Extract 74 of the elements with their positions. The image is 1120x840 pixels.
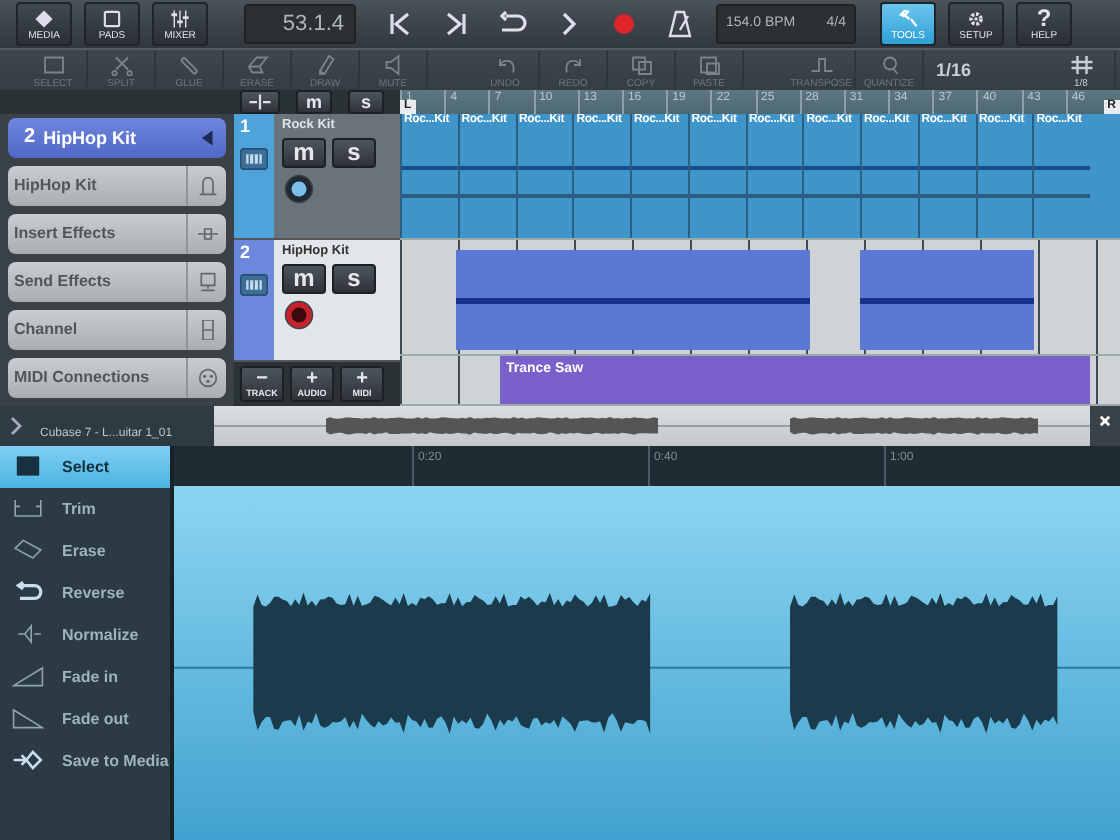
drum-icon <box>240 147 268 169</box>
quantize-value[interactable]: 1/16 <box>936 59 1016 79</box>
diamond-icon <box>34 9 54 28</box>
inspector-item[interactable]: Channel <box>8 309 226 349</box>
tube-icon <box>177 53 201 75</box>
scissors-icon <box>109 53 133 75</box>
track-number: 1 <box>238 115 251 135</box>
settings-icon <box>966 9 986 28</box>
menu-item[interactable]: Save to Media <box>0 739 170 781</box>
fade-out-icon <box>12 706 44 730</box>
item-label: Channel <box>12 320 80 338</box>
loop-icon <box>496 9 528 38</box>
trim-icon <box>12 496 44 520</box>
fade-in-icon <box>12 664 44 688</box>
speaker-icon <box>381 53 405 75</box>
eraser-icon <box>12 538 44 562</box>
magnifier-icon <box>877 53 901 75</box>
copy-icon <box>629 53 653 75</box>
fader-icon <box>197 319 217 339</box>
track-mute-toggle[interactable]: m <box>282 137 326 167</box>
eraser-icon <box>245 53 269 75</box>
normalize-icon <box>12 622 44 646</box>
item-label: MIDI Connections <box>12 368 152 386</box>
monitor-icon <box>197 271 217 291</box>
mute-all-button[interactable]: m <box>296 89 332 113</box>
caret-icon <box>202 129 214 145</box>
save-icon <box>12 748 44 772</box>
menu-item[interactable]: Erase <box>0 529 170 571</box>
menu-item[interactable]: Reverse <box>0 571 170 613</box>
track-mute-toggle[interactable]: m <box>282 263 326 293</box>
selection-icon <box>12 454 44 478</box>
paste-icon <box>697 53 721 75</box>
item-label: HipHop Kit <box>12 176 99 194</box>
metronome-icon <box>664 9 696 38</box>
drum-icon <box>240 273 268 295</box>
menu-item[interactable]: Select <box>0 445 170 487</box>
inspector-item[interactable]: HipHop Kit <box>8 165 226 205</box>
menu-item[interactable]: Normalize <box>0 613 170 655</box>
pencil-icon <box>313 53 337 75</box>
plug-icon <box>197 223 217 243</box>
solo-all-button[interactable]: s <box>348 89 384 113</box>
selection-icon <box>41 53 65 75</box>
split-icon <box>248 93 272 109</box>
position-display: 53.1.4 <box>244 3 356 44</box>
redo-icon <box>561 53 585 75</box>
track-solo-toggle[interactable]: s <box>332 263 376 293</box>
menu-item[interactable]: Fade out <box>0 697 170 739</box>
split-button[interactable] <box>240 89 280 113</box>
track-solo-toggle[interactable]: s <box>332 137 376 167</box>
record-button[interactable] <box>284 299 314 329</box>
step-icon <box>809 53 833 75</box>
undo-icon <box>493 53 517 75</box>
chevron-icon[interactable] <box>8 413 24 437</box>
inspector-header[interactable]: 2 HipHop Kit <box>8 117 226 157</box>
menu-item[interactable]: Trim <box>0 487 170 529</box>
bell-icon <box>197 175 217 195</box>
grid-icon <box>1069 53 1093 75</box>
item-label: Insert Effects <box>12 224 118 242</box>
track-number: 2 <box>238 241 251 261</box>
faders-icon <box>170 9 190 28</box>
midi-port-icon <box>197 367 217 387</box>
close-button[interactable] <box>1090 405 1120 445</box>
inspector-item[interactable]: Send Effects <box>8 261 226 301</box>
inspector-item[interactable]: Insert Effects <box>8 213 226 253</box>
menu-item[interactable]: Fade in <box>0 655 170 697</box>
reverse-icon <box>12 580 44 604</box>
inspector-item[interactable]: MIDI Connections <box>8 357 226 397</box>
midi-part[interactable] <box>860 249 1034 349</box>
hammer-icon <box>898 9 918 28</box>
monitor-button[interactable] <box>284 173 314 203</box>
close-icon <box>1098 413 1112 427</box>
item-label: Send Effects <box>12 272 113 290</box>
midi-part[interactable] <box>456 249 810 349</box>
square-icon <box>102 9 122 28</box>
